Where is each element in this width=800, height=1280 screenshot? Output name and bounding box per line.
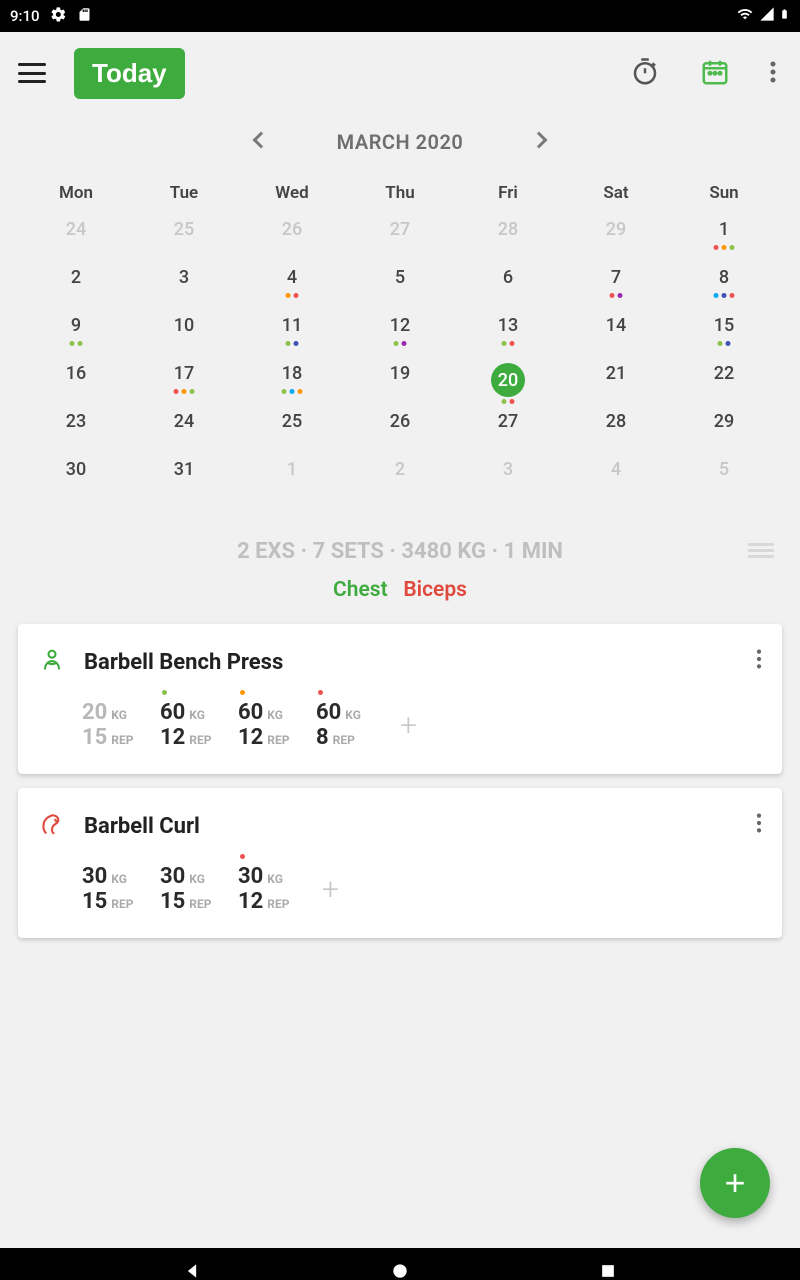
- weekday-label: Tue: [130, 175, 238, 215]
- month-navigation: MARCH 2020: [0, 114, 800, 175]
- calendar-day[interactable]: 8: [670, 263, 778, 311]
- drag-handle-icon[interactable]: [748, 543, 774, 561]
- calendar-day[interactable]: 24: [130, 407, 238, 455]
- recent-button[interactable]: [592, 1255, 624, 1280]
- calendar-day[interactable]: 13: [454, 311, 562, 359]
- calendar-day[interactable]: 21: [562, 359, 670, 407]
- set-entry[interactable]: 60KG8REP: [316, 700, 372, 750]
- weekday-label: Mon: [22, 175, 130, 215]
- chest-icon: [38, 646, 66, 678]
- calendar-day[interactable]: 7: [562, 263, 670, 311]
- summary-line: 2 EXS · 7 SETS · 3480 KG · 1 MIN: [237, 539, 563, 564]
- calendar-day[interactable]: 5: [670, 455, 778, 503]
- muscle-tag[interactable]: Chest: [333, 578, 388, 602]
- status-time: 9:10: [10, 7, 40, 25]
- next-month-button[interactable]: [527, 128, 551, 155]
- weekday-headers: MonTueWedThuFriSatSun: [22, 175, 778, 215]
- weekday-label: Sun: [670, 175, 778, 215]
- calendar-day[interactable]: 27: [454, 407, 562, 455]
- calendar-day[interactable]: 28: [562, 407, 670, 455]
- calendar-day[interactable]: 20: [454, 359, 562, 407]
- calendar-day[interactable]: 15: [670, 311, 778, 359]
- workout-summary: 2 EXS · 7 SETS · 3480 KG · 1 MIN: [0, 503, 800, 578]
- muscle-tag[interactable]: Biceps: [403, 578, 467, 602]
- timer-icon[interactable]: [624, 51, 666, 96]
- calendar-day[interactable]: 17: [130, 359, 238, 407]
- add-fab-button[interactable]: +: [700, 1148, 770, 1218]
- calendar-day[interactable]: 24: [22, 215, 130, 263]
- calendar-day[interactable]: 5: [346, 263, 454, 311]
- calendar-day[interactable]: 4: [562, 455, 670, 503]
- set-entry[interactable]: 30KG15REP: [160, 864, 216, 914]
- calendar-icon[interactable]: [694, 51, 736, 96]
- weekday-label: Wed: [238, 175, 346, 215]
- calendar-day[interactable]: 12: [346, 311, 454, 359]
- battery-icon: [779, 5, 790, 27]
- calendar-day[interactable]: 10: [130, 311, 238, 359]
- calendar-day[interactable]: 3: [454, 455, 562, 503]
- weekday-label: Sat: [562, 175, 670, 215]
- calendar-day[interactable]: 23: [22, 407, 130, 455]
- calendar-day[interactable]: 22: [670, 359, 778, 407]
- calendar-day[interactable]: 28: [454, 215, 562, 263]
- calendar-day[interactable]: 26: [238, 215, 346, 263]
- home-button[interactable]: [384, 1255, 416, 1280]
- exercise-card[interactable]: Barbell Bench Press 20KG15REP 60KG12REP 60K…: [18, 624, 782, 774]
- calendar-day[interactable]: 29: [670, 407, 778, 455]
- sd-card-icon: [77, 6, 92, 27]
- calendar-day[interactable]: 27: [346, 215, 454, 263]
- month-label: MARCH 2020: [337, 130, 464, 154]
- exercise-card[interactable]: Barbell Curl 30KG15REP 30KG15REP 30KG12REP +: [18, 788, 782, 938]
- app-content: Today MARCH 2020 MonTueWedThuFriSatSun 2…: [0, 32, 800, 1248]
- calendar-day[interactable]: 16: [22, 359, 130, 407]
- calendar-day[interactable]: 29: [562, 215, 670, 263]
- calendar-day[interactable]: 2: [346, 455, 454, 503]
- android-nav-bar: [0, 1248, 800, 1280]
- calendar-day[interactable]: 30: [22, 455, 130, 503]
- add-set-button[interactable]: +: [316, 872, 345, 907]
- weekday-label: Thu: [346, 175, 454, 215]
- calendar-day[interactable]: 25: [130, 215, 238, 263]
- calendar-grid: MonTueWedThuFriSatSun 242526272829123456…: [0, 175, 800, 503]
- add-set-button[interactable]: +: [394, 708, 423, 743]
- today-button[interactable]: Today: [74, 48, 185, 99]
- calendar-day[interactable]: 14: [562, 311, 670, 359]
- signal-icon: [759, 6, 775, 26]
- set-entry[interactable]: 20KG15REP: [82, 700, 138, 750]
- calendar-day[interactable]: 26: [346, 407, 454, 455]
- wifi-icon: [735, 6, 755, 26]
- weekday-label: Fri: [454, 175, 562, 215]
- set-entry[interactable]: 60KG12REP: [238, 700, 294, 750]
- biceps-icon: [38, 810, 66, 842]
- calendar-day[interactable]: 1: [238, 455, 346, 503]
- app-bar: Today: [0, 32, 800, 114]
- muscle-tags: Chest Biceps: [0, 578, 800, 618]
- back-button[interactable]: [176, 1255, 208, 1280]
- calendar-day[interactable]: 31: [130, 455, 238, 503]
- calendar-day[interactable]: 11: [238, 311, 346, 359]
- set-entry[interactable]: 30KG12REP: [238, 864, 294, 914]
- set-entry[interactable]: 60KG12REP: [160, 700, 216, 750]
- calendar-day[interactable]: 1: [670, 215, 778, 263]
- exercise-menu-icon[interactable]: [756, 648, 762, 676]
- calendar-day[interactable]: 4: [238, 263, 346, 311]
- calendar-day[interactable]: 2: [22, 263, 130, 311]
- more-icon[interactable]: [764, 54, 782, 93]
- prev-month-button[interactable]: [249, 128, 273, 155]
- calendar-day[interactable]: 9: [22, 311, 130, 359]
- calendar-day[interactable]: 6: [454, 263, 562, 311]
- status-bar: 9:10: [0, 0, 800, 32]
- exercise-menu-icon[interactable]: [756, 812, 762, 840]
- calendar-day[interactable]: 3: [130, 263, 238, 311]
- calendar-day[interactable]: 18: [238, 359, 346, 407]
- calendar-day[interactable]: 25: [238, 407, 346, 455]
- exercise-name: Barbell Bench Press: [84, 650, 283, 675]
- exercise-name: Barbell Curl: [84, 814, 200, 839]
- set-entry[interactable]: 30KG15REP: [82, 864, 138, 914]
- gear-icon: [50, 6, 67, 27]
- calendar-day[interactable]: 19: [346, 359, 454, 407]
- menu-icon[interactable]: [18, 63, 46, 83]
